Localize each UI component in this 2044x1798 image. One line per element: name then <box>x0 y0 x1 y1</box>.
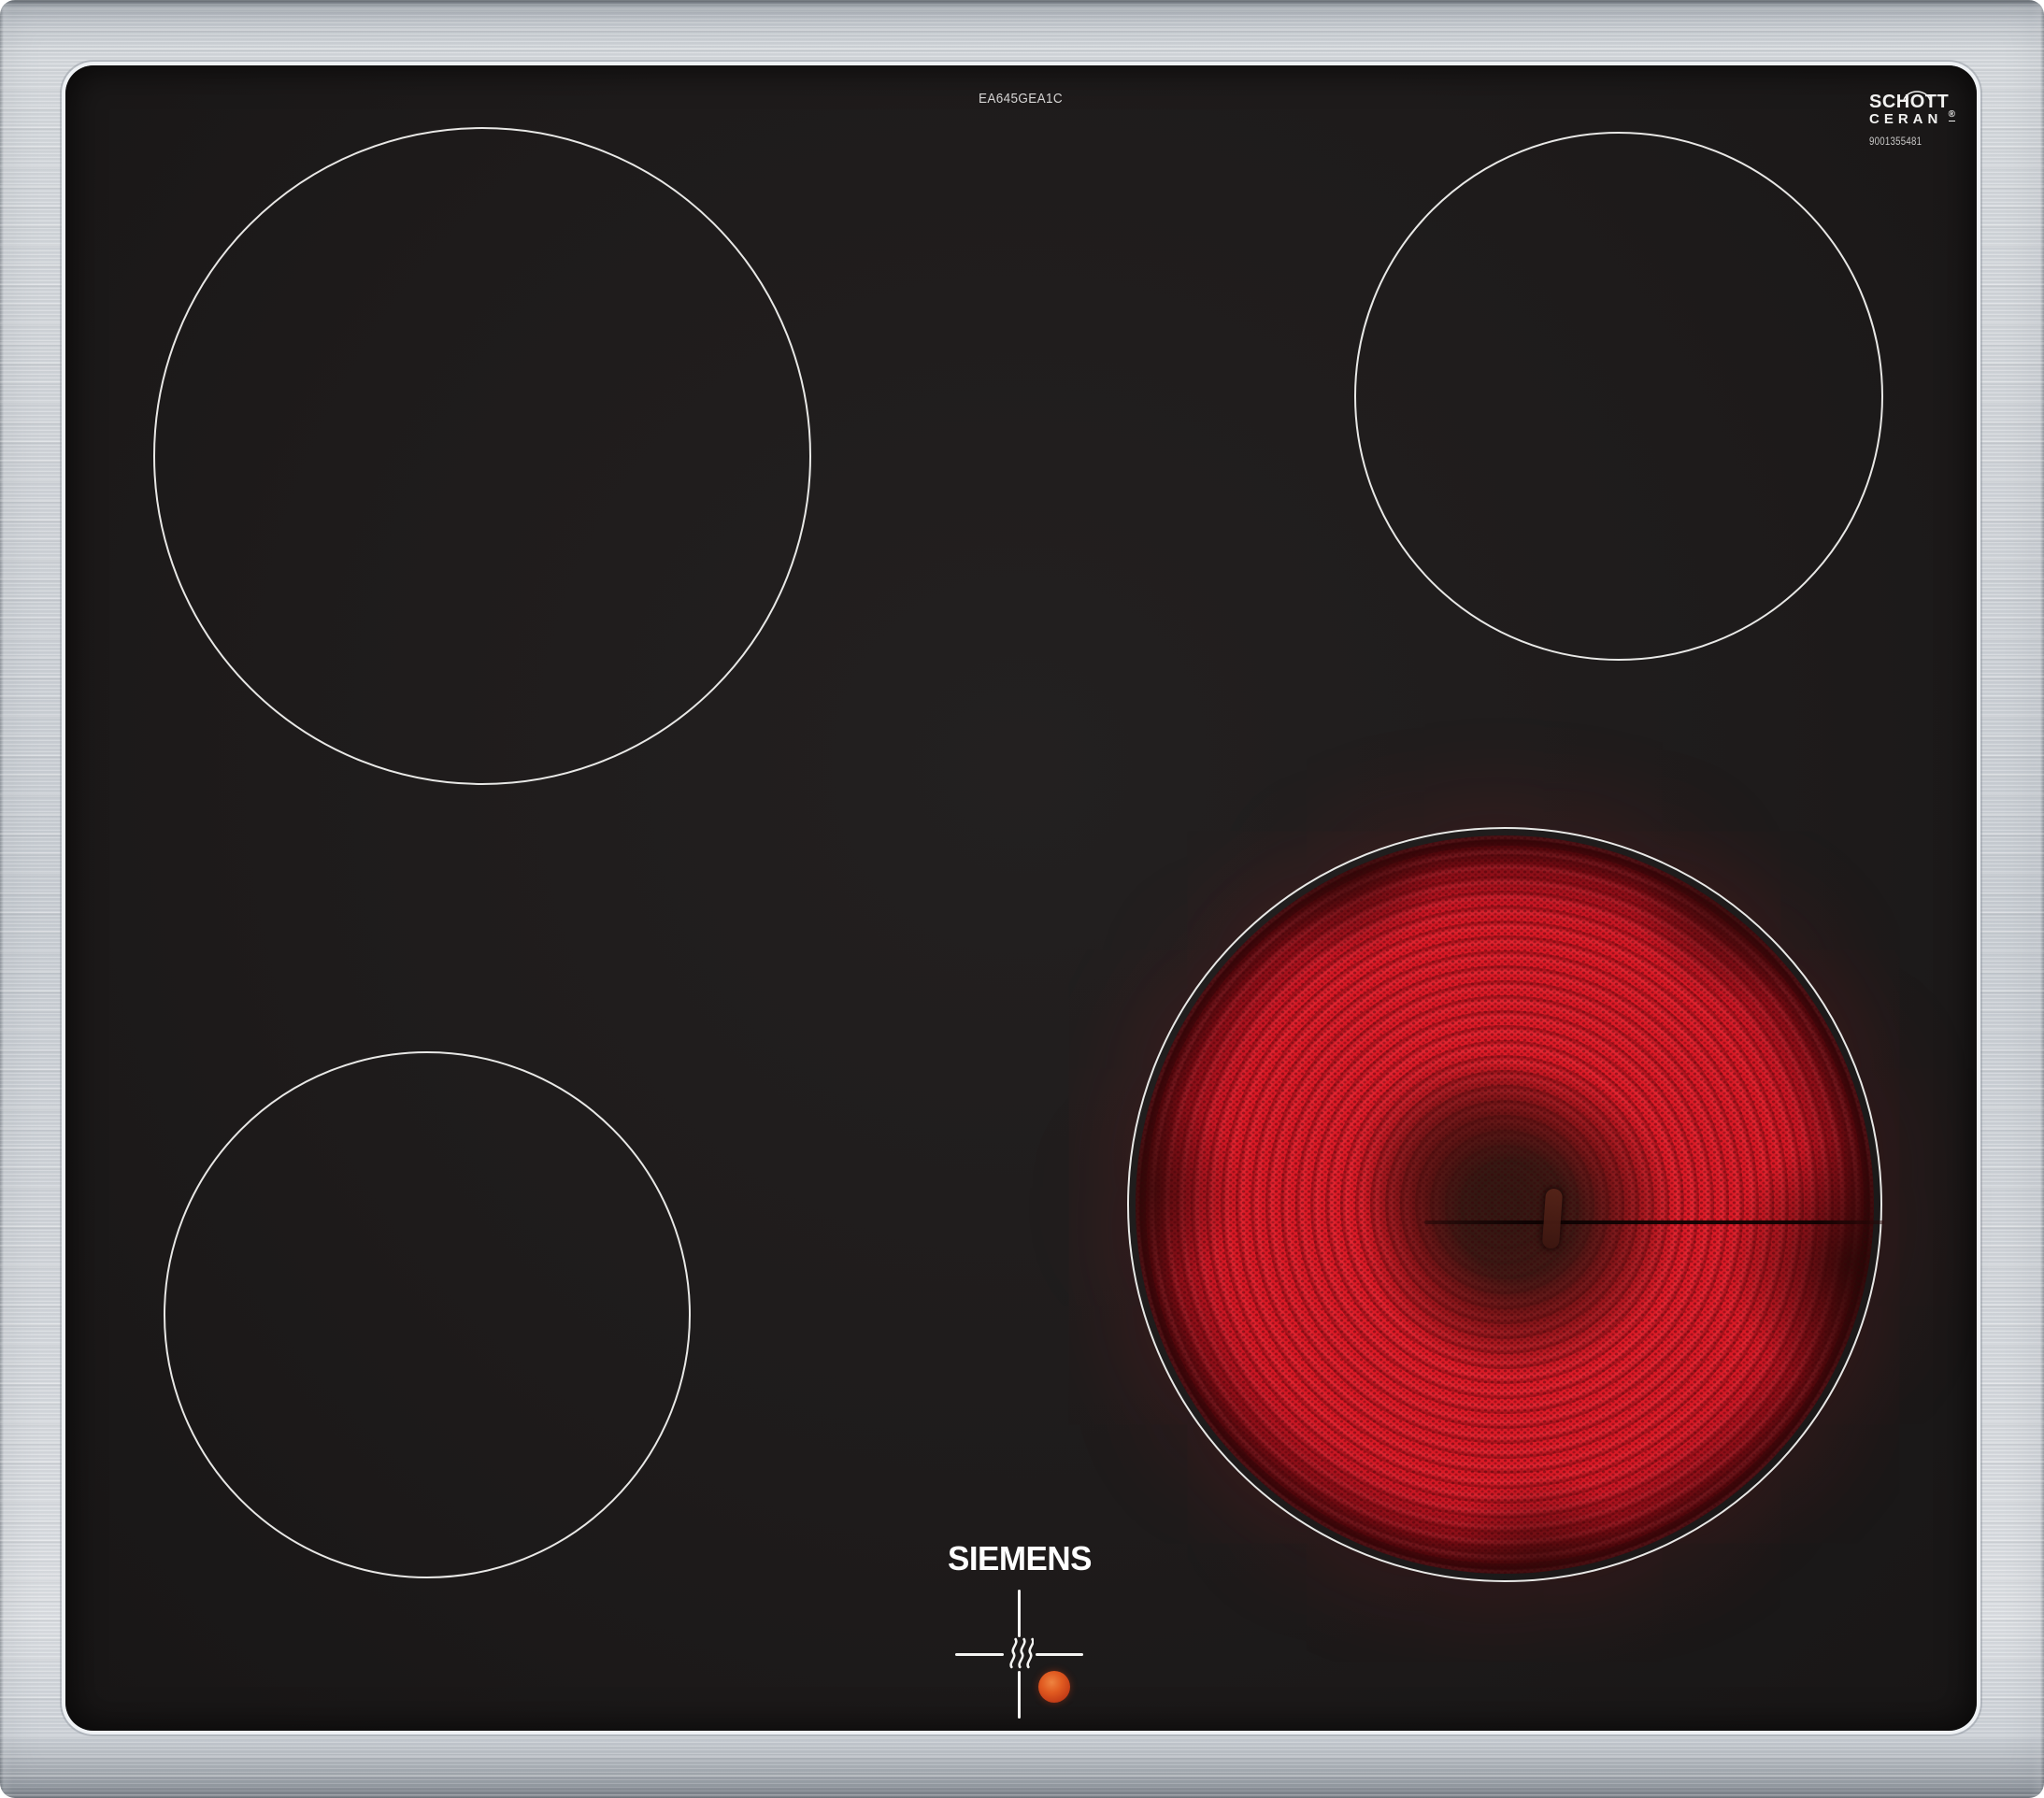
schott-ceran-logo: SCHOTT CERAN ® <box>1869 93 1959 127</box>
cooking-zone-front-left <box>164 1051 691 1578</box>
alignment-cross-horizontal-left <box>955 1653 1004 1656</box>
heating-element-center-notch <box>1542 1188 1563 1249</box>
glowing-heating-element <box>1136 835 1874 1574</box>
heating-element-divider-line <box>1424 1220 1884 1224</box>
alignment-cross-vertical-top <box>1018 1590 1021 1637</box>
serial-number-print: 9001355481 <box>1869 136 1922 148</box>
alignment-cross-vertical-bottom <box>1018 1671 1021 1719</box>
cooking-zone-rear-right <box>1354 132 1883 661</box>
ceran-logo-text: CERAN <box>1869 112 1959 127</box>
cooking-zone-front-right-active <box>1127 827 1882 1582</box>
residual-heat-icon <box>1006 1636 1034 1672</box>
cooking-zone-rear-left <box>153 127 811 785</box>
power-on-indicator-dot <box>1038 1671 1070 1703</box>
schott-orbit-swoosh-icon <box>1903 88 1931 101</box>
cooktop-product-photo: EA645GEA1C SCHOTT CERAN ® 9001355481 SIE… <box>0 0 2044 1798</box>
registered-trademark-symbol: ® <box>1949 109 1955 121</box>
alignment-cross-horizontal-right <box>1036 1653 1083 1656</box>
model-number-print: EA645GEA1C <box>953 91 1088 107</box>
siemens-wordmark: SIEMENS <box>947 1540 1093 1579</box>
